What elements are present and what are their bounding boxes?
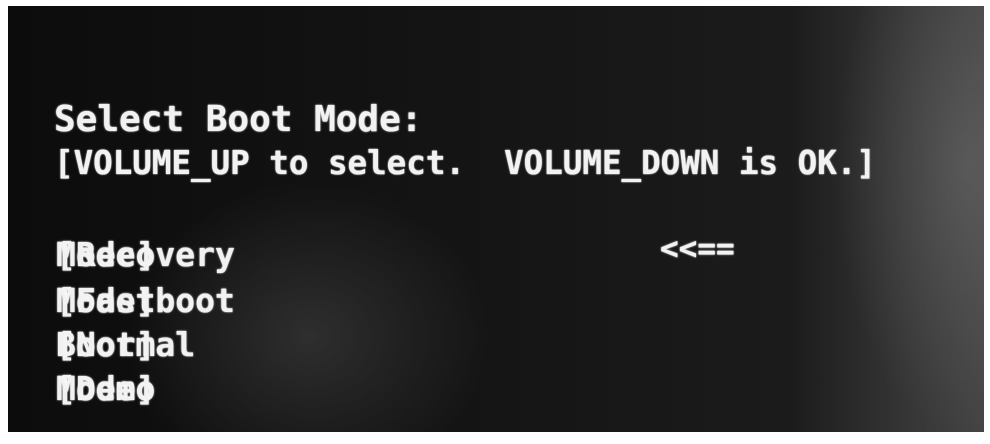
selection-indicator: <<== bbox=[660, 231, 735, 267]
photo-frame: Select Boot Mode: [VOLUME_UP to select. … bbox=[8, 6, 984, 432]
boot-option-suffix: Mode] bbox=[56, 235, 156, 274]
boot-option-suffix: Mode] bbox=[56, 281, 156, 320]
boot-option-recovery-mode[interactable]: [Recovery Mode] bbox=[56, 238, 516, 274]
boot-option-demo-mode[interactable]: [Demo Mode] bbox=[56, 372, 516, 408]
boot-option-suffix: Boot] bbox=[56, 325, 156, 364]
instructions-text: [VOLUME_UP to select. VOLUME_DOWN is OK.… bbox=[54, 143, 876, 182]
boot-option-suffix: Mode] bbox=[56, 369, 156, 408]
boot-option-fastboot-mode[interactable]: [Fastboot Mode] bbox=[56, 284, 516, 320]
page-title: Select Boot Mode: bbox=[54, 99, 423, 140]
boot-option-normal-boot[interactable]: [Normal Boot] bbox=[56, 328, 516, 364]
boot-menu-screen: Select Boot Mode: [VOLUME_UP to select. … bbox=[8, 6, 984, 432]
